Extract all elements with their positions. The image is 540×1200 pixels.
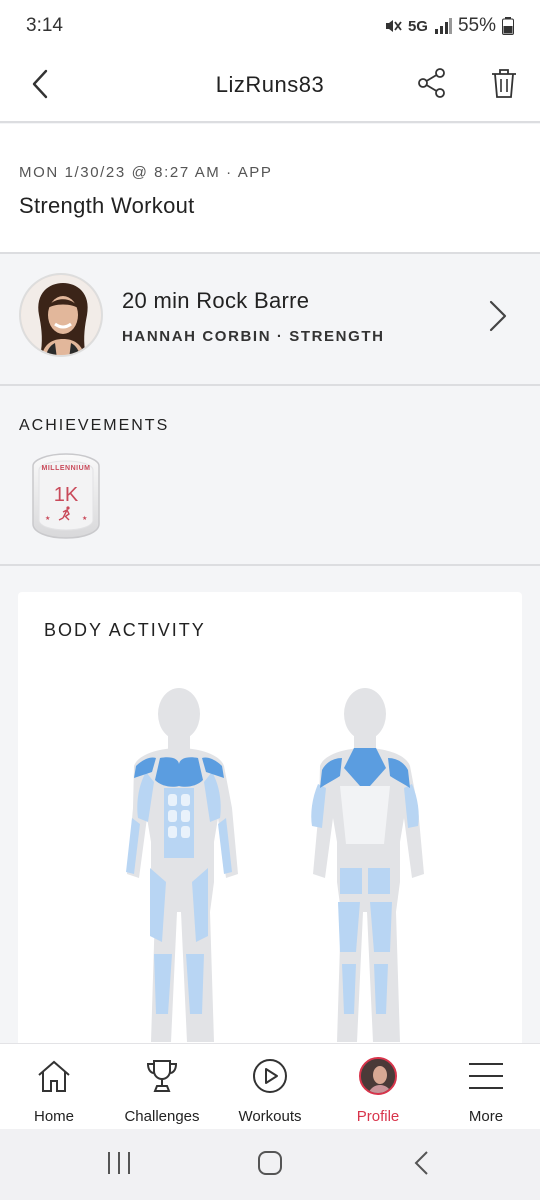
tab-more[interactable]: More — [432, 1044, 540, 1129]
tab-challenges-label: Challenges — [124, 1108, 200, 1125]
battery-icon — [502, 17, 514, 35]
share-icon[interactable] — [416, 67, 448, 99]
system-back-icon[interactable] — [412, 1149, 432, 1177]
trophy-icon — [146, 1060, 178, 1092]
tab-challenges[interactable]: Challenges — [108, 1044, 216, 1129]
status-icons: 5G 55% — [384, 15, 514, 37]
achievements-heading: ACHIEVEMENTS — [19, 417, 170, 434]
signal-icon — [434, 18, 452, 34]
page-title: LizRuns83 — [215, 72, 325, 97]
recent-apps-icon[interactable] — [106, 1149, 132, 1177]
workout-info: MON 1/30/23 @ 8:27 AM · APP Strength Wor… — [0, 124, 540, 254]
battery-percent: 55% — [457, 15, 496, 36]
tab-home[interactable]: Home — [0, 1044, 108, 1129]
body-back-figure — [311, 688, 424, 1042]
workout-meta: MON 1/30/23 @ 8:27 AM · APP — [19, 164, 273, 181]
tab-profile[interactable]: Profile — [324, 1044, 432, 1129]
instructor-avatar — [19, 273, 103, 357]
menu-icon — [469, 1063, 503, 1089]
tab-more-label: More — [468, 1108, 504, 1125]
body-front-figure — [126, 688, 238, 1042]
svg-text:★: ★ — [45, 515, 50, 522]
class-subtitle: HANNAH CORBIN · STRENGTH — [122, 328, 385, 345]
achievement-badge[interactable]: MILLENNIUM 1K ★ ★ — [29, 452, 103, 540]
profile-avatar — [359, 1057, 397, 1095]
play-icon — [253, 1059, 287, 1093]
tab-profile-label: Profile — [356, 1108, 400, 1125]
workout-name: Strength Workout — [19, 193, 195, 218]
svg-text:★: ★ — [82, 515, 87, 522]
achievements-section: ACHIEVEMENTS MILLENNIUM 1K ★ ★ — [0, 388, 540, 566]
class-title: 20 min Rock Barre — [122, 288, 310, 313]
home-icon — [38, 1060, 70, 1092]
top-app-bar: LizRuns83 — [0, 52, 540, 123]
network-label: 5G — [407, 17, 428, 35]
badge-arc-text: MILLENNIUM — [42, 465, 91, 472]
status-time: 3:14 — [26, 15, 63, 36]
chevron-right-icon[interactable] — [486, 298, 510, 334]
body-activity-card: BODY ACTIVITY — [18, 592, 522, 1052]
status-bar: 3:14 5G 55% — [0, 0, 540, 52]
trash-icon[interactable] — [490, 67, 518, 99]
tab-home-label: Home — [33, 1108, 74, 1125]
badge-value: 1K — [54, 484, 79, 506]
class-row[interactable]: 20 min Rock Barre HANNAH CORBIN · STRENG… — [0, 256, 540, 386]
bottom-tab-bar: Home Challenges Workouts Profile More — [0, 1043, 540, 1129]
tab-workouts[interactable]: Workouts — [216, 1044, 324, 1129]
mute-icon — [385, 20, 402, 32]
tab-workouts-label: Workouts — [238, 1108, 302, 1125]
home-button-icon[interactable] — [256, 1149, 284, 1177]
system-nav-bar — [0, 1129, 540, 1200]
body-activity-heading: BODY ACTIVITY — [44, 620, 206, 640]
